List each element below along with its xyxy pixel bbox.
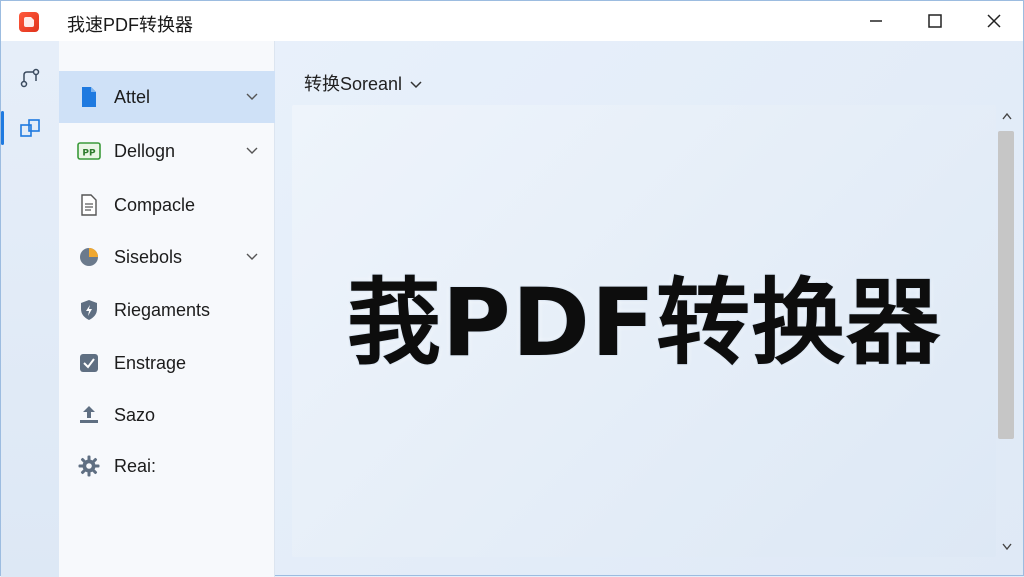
title-bar: 我速PDF转换器 [1, 1, 1023, 41]
sidebar-item-dellogn[interactable]: PP Dellogn [59, 125, 275, 177]
rail-item-flow[interactable] [1, 55, 59, 101]
conversion-dropdown[interactable]: 转换Soreanl [304, 69, 422, 97]
app-logo-icon [19, 12, 39, 32]
svg-text:PP: PP [82, 149, 96, 159]
flow-icon [20, 68, 40, 88]
sidebar-item-compacle[interactable]: Compacle [59, 179, 275, 231]
maximize-button[interactable] [912, 7, 958, 35]
minimize-icon [870, 20, 882, 22]
chevron-down-icon[interactable] [245, 250, 259, 264]
hero-title: 莪PDF转换器 [346, 269, 942, 378]
sidebar-item-label: Enstrage [114, 352, 187, 373]
gear-icon [77, 454, 101, 478]
close-button[interactable] [971, 7, 1017, 35]
sidebar-item-riegaments[interactable]: Riegaments [59, 284, 275, 336]
pie-chart-icon [77, 245, 101, 269]
sidebar-item-enstrage[interactable]: Enstrage [59, 337, 275, 389]
nav-rail [1, 41, 59, 577]
upload-icon [77, 403, 101, 427]
rail-item-convert[interactable] [1, 105, 59, 151]
close-icon [987, 14, 1001, 28]
sidebar-item-attel[interactable]: Attel [59, 71, 275, 123]
chevron-up-icon [1002, 112, 1012, 119]
checkbox-icon [77, 351, 101, 375]
sidebar-item-reai[interactable]: Reai: [59, 440, 275, 492]
chevron-down-icon [410, 73, 422, 94]
sidebar-item-sazo[interactable]: Sazo [59, 389, 275, 441]
sidebar-item-label: Riegaments [114, 299, 211, 320]
shield-icon [77, 298, 101, 322]
main-panel: 莪PDF转换器 [292, 105, 996, 557]
sidebar-item-label: Dellogn [114, 140, 176, 161]
document-icon [77, 193, 101, 217]
convert-icon [20, 119, 40, 137]
chevron-down-icon[interactable] [245, 144, 259, 158]
window-title: 我速PDF转换器 [67, 15, 193, 35]
minimize-button[interactable] [853, 7, 899, 35]
app-window: 我速PDF转换器 Attel PP Dellogn Compacle Siseb… [0, 0, 1024, 577]
sidebar-item-label: Sazo [114, 404, 156, 425]
vertical-scrollbar[interactable] [997, 105, 1017, 557]
ppt-icon: PP [77, 139, 101, 163]
sidebar-item-label: Attel [114, 86, 151, 107]
chevron-down-icon[interactable] [245, 90, 259, 104]
scroll-thumb[interactable] [998, 131, 1014, 439]
scroll-down-button[interactable] [997, 535, 1017, 557]
sidebar: Attel PP Dellogn Compacle Sisebols Riega… [59, 41, 275, 577]
sidebar-item-label: Compacle [114, 194, 196, 215]
maximize-icon [928, 14, 942, 28]
conversion-dropdown-label: 转换Soreanl [304, 74, 403, 94]
scroll-up-button[interactable] [997, 105, 1017, 127]
sidebar-item-label: Reai: [114, 455, 157, 476]
file-icon [77, 85, 101, 109]
sidebar-item-sisebols[interactable]: Sisebols [59, 231, 275, 283]
sidebar-item-label: Sisebols [114, 246, 183, 267]
chevron-down-icon [1002, 543, 1012, 550]
